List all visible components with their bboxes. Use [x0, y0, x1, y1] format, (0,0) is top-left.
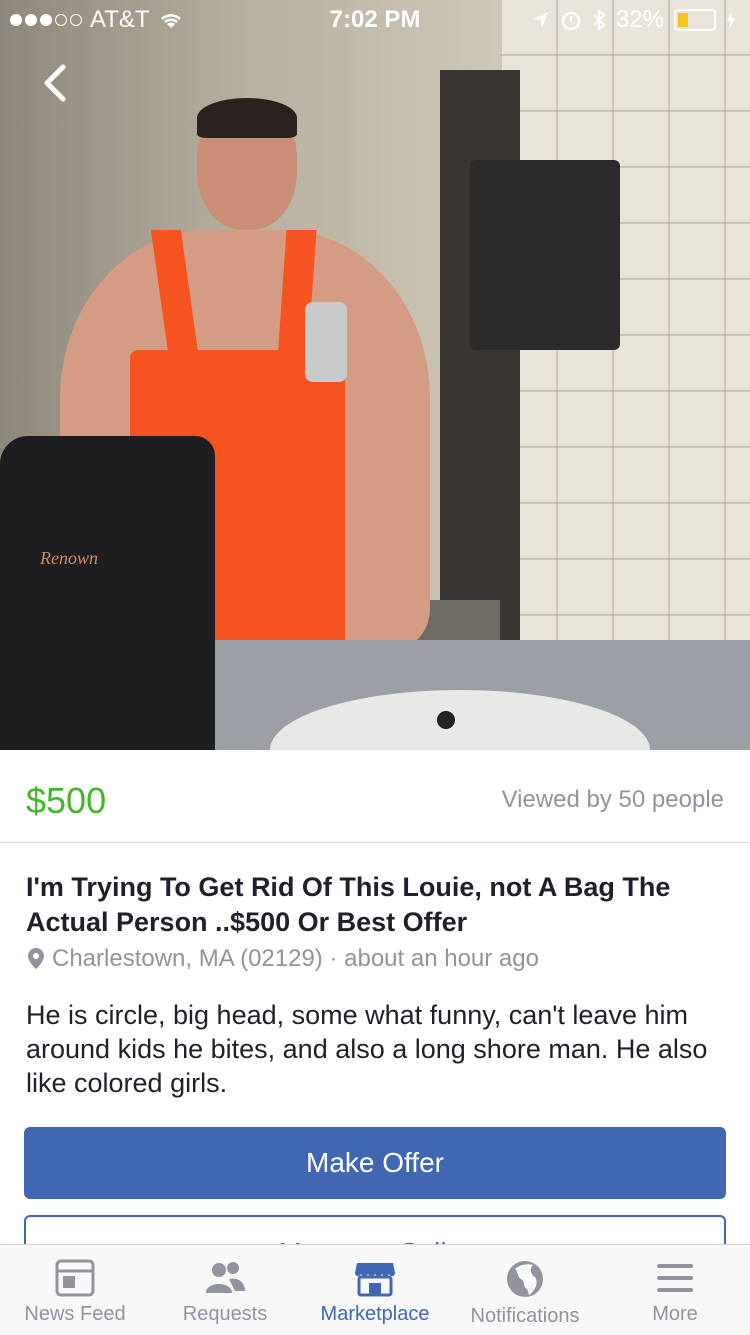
tab-marketplace-label: Marketplace: [320, 1303, 430, 1325]
listing-price: $500: [26, 780, 107, 821]
photo-phone: [305, 302, 347, 382]
globe-icon: [507, 1261, 543, 1297]
listing-title: I'm Trying To Get Rid Of This Louie, not…: [26, 872, 671, 937]
status-right: 32%: [532, 6, 736, 34]
listing-location: Charlestown, MA (02129) · about an hour …: [26, 945, 539, 973]
price-row: $500 Viewed by 50 people: [0, 750, 750, 843]
listing-photo[interactable]: Renown: [0, 0, 750, 750]
back-button[interactable]: [30, 58, 80, 108]
photo-towel-dispenser: [470, 160, 620, 350]
tab-more[interactable]: More: [600, 1245, 750, 1335]
charging-icon: [727, 11, 735, 29]
tab-marketplace[interactable]: Marketplace: [300, 1245, 450, 1335]
tab-news-feed-label: News Feed: [24, 1303, 126, 1325]
chevron-left-icon: [44, 64, 66, 102]
photo-dispenser-brand: Renown: [40, 548, 98, 568]
tab-requests-label: Requests: [182, 1303, 268, 1325]
tab-news-feed[interactable]: News Feed: [0, 1245, 150, 1335]
alarm-icon: [561, 11, 581, 31]
battery-icon: [674, 9, 716, 31]
photo-person-hair: [197, 98, 297, 138]
photo-tiles: [500, 0, 750, 700]
tab-requests[interactable]: Requests: [150, 1245, 300, 1335]
status-bar: AT&T 7:02 PM 32%: [0, 0, 750, 40]
marketplace-icon: [355, 1263, 395, 1297]
photo-soap-dispenser: [0, 436, 215, 750]
listing-description: He is circle, big head, some what funny,…: [26, 1000, 708, 1098]
bluetooth-icon: [593, 9, 606, 31]
location-text: Charlestown, MA (02129) · about an hour …: [52, 945, 539, 972]
tab-notifications-label: Notifications: [470, 1305, 580, 1327]
menu-icon: [657, 1264, 693, 1292]
make-offer-button[interactable]: Make Offer: [24, 1127, 726, 1199]
location-pin-icon: [28, 948, 44, 969]
tab-notifications[interactable]: Notifications: [450, 1245, 600, 1335]
battery-percent: 32%: [615, 6, 664, 33]
bottom-tab-bar: News Feed Requests Marketplace Notificat…: [0, 1244, 750, 1335]
location-arrow-icon: [533, 12, 548, 28]
make-offer-label: Make Offer: [306, 1147, 444, 1178]
news-feed-icon: [55, 1259, 95, 1297]
battery-level: [678, 13, 688, 27]
friend-requests-icon: [206, 1262, 245, 1293]
photo-drain: [437, 711, 455, 729]
view-count: Viewed by 50 people: [501, 786, 724, 813]
tab-more-label: More: [652, 1303, 698, 1325]
